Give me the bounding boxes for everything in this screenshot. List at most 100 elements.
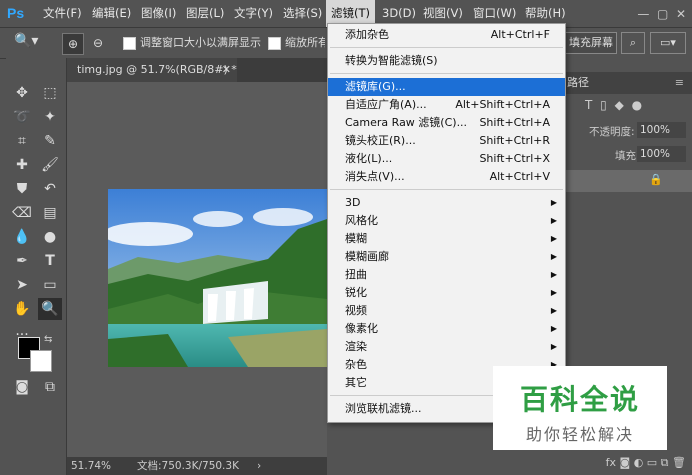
filter-menu-item[interactable]: 锐化 ▶ [328, 284, 565, 302]
submenu-arrow-icon: ▶ [550, 288, 557, 297]
filter-menu-item-label: 渲染 [345, 340, 367, 353]
filter-menu-item[interactable]: 滤镜库(G)... [328, 78, 565, 96]
filter-menu-item[interactable]: 模糊画廊 ▶ [328, 248, 565, 266]
filter-menu-item-label: 转换为智能滤镜(S) [345, 54, 438, 67]
window-controls[interactable]: — ▢ ✕ [600, 4, 686, 24]
rectangle-tool-icon[interactable]: ▭ [38, 274, 62, 296]
filter-menu-item-label: 镜头校正(R)... [345, 134, 416, 147]
filter-menu-item[interactable]: Camera Raw 滤镜(C)... Shift+Ctrl+A [328, 114, 565, 132]
fill-label: 填充: [615, 150, 640, 162]
document-tab[interactable]: timg.jpg @ 51.7%(RGB/8#) * ✕ [67, 58, 237, 82]
filter-menu-item-label: 其它 [345, 376, 367, 389]
filter-menu-item-label: 杂色 [345, 358, 367, 371]
filter-menu-item-label: 像素化 [345, 322, 378, 335]
zoom-level[interactable]: 51.74% [71, 457, 111, 475]
background-color-swatch[interactable] [30, 350, 52, 372]
filter-menu-item[interactable]: 液化(L)... Shift+Ctrl+X [328, 150, 565, 168]
panel-menu-icon[interactable]: ≡ [675, 72, 684, 94]
menu-separator [330, 73, 563, 74]
filter-menu-item[interactable]: 添加杂色 Alt+Ctrl+F [328, 26, 565, 44]
filter-menu-item[interactable]: 消失点(V)... Alt+Ctrl+V [328, 168, 565, 186]
gradient-tool-icon[interactable]: ▤ [38, 202, 62, 224]
hand-tool-icon[interactable]: ✋ [10, 298, 34, 320]
layer-actions[interactable]: fx ◙ ◐ ▭ ⧉ 🗑 [565, 450, 692, 475]
crop-tool-icon[interactable]: ⌗ [10, 130, 34, 152]
pen-tool-icon[interactable]: ✒ [10, 250, 34, 272]
zoom-out-icon[interactable]: ⊖ [88, 33, 108, 53]
filter-menu-item-label: Camera Raw 滤镜(C)... [345, 116, 468, 129]
filter-menu-item-label: 扭曲 [345, 268, 367, 281]
zoom-all-checkbox[interactable] [268, 37, 281, 50]
layer-filter-icons[interactable]: T ▯ ◆ ● [585, 98, 644, 112]
background-layer-row[interactable]: 🔒 [565, 170, 692, 192]
opacity-label: 不透明度: [589, 126, 635, 138]
marquee-tool-icon[interactable]: ⬚ [38, 82, 62, 104]
filter-menu-item-shortcut: Shift+Ctrl+A [479, 116, 550, 129]
menu-image[interactable]: 图像(I) [141, 0, 176, 27]
filter-menu-item[interactable]: 模糊 ▶ [328, 230, 565, 248]
submenu-arrow-icon: ▶ [550, 306, 557, 315]
quick-mask-icon[interactable]: ◙ [10, 376, 34, 398]
swap-colors-icon[interactable]: ⇆ [44, 334, 52, 345]
filter-menu-item[interactable]: 转换为智能滤镜(S) [328, 52, 565, 70]
filter-menu-item-label: 模糊画廊 [345, 250, 389, 263]
menu-file[interactable]: 文件(F) [43, 0, 82, 27]
opacity-field[interactable]: 100% [637, 122, 686, 138]
move-tool-icon[interactable]: ✥ [10, 82, 34, 104]
menu-type[interactable]: 文字(Y) [234, 0, 273, 27]
eraser-tool-icon[interactable]: ⌫ [10, 202, 34, 224]
zoom-tool-icon[interactable]: 🔍 [38, 298, 62, 320]
close-tab-icon[interactable]: ✕ [222, 58, 231, 82]
zoom-tool-preset-icon[interactable]: 🔍▾ [14, 33, 44, 53]
submenu-arrow-icon: ▶ [550, 342, 557, 351]
lasso-tool-icon[interactable]: ➰ [10, 106, 34, 128]
document-tab-title: timg.jpg @ 51.7%(RGB/8#) * [77, 63, 237, 76]
watermark-box: 百科全说 助你轻松解决 [493, 366, 667, 450]
magic-wand-icon[interactable]: ✦ [38, 106, 62, 128]
submenu-arrow-icon: ▶ [550, 234, 557, 243]
filter-menu-item[interactable]: 自适应广角(A)... Alt+Shift+Ctrl+A [328, 96, 565, 114]
healing-brush-icon[interactable]: ✚ [10, 154, 34, 176]
resize-window-label: 调整窗口大小以满屏显示 [140, 36, 261, 49]
history-brush-icon[interactable]: ↶ [38, 178, 62, 200]
filter-menu-item[interactable]: 扭曲 ▶ [328, 266, 565, 284]
zoom-in-icon[interactable]: ⊕ [62, 33, 84, 55]
filter-menu-item[interactable]: 像素化 ▶ [328, 320, 565, 338]
document-size: 文档:750.3K/750.3K [137, 460, 239, 472]
filter-menu-item[interactable]: 镜头校正(R)... Shift+Ctrl+R [328, 132, 565, 150]
search-icon[interactable]: ⌕ [621, 32, 645, 54]
eyedropper-icon[interactable]: ✎ [38, 130, 62, 152]
menu-edit[interactable]: 编辑(E) [92, 0, 131, 27]
filter-menu-item[interactable]: 视频 ▶ [328, 302, 565, 320]
fill-field[interactable]: 100% [637, 146, 686, 162]
submenu-arrow-icon: ▶ [550, 216, 557, 225]
filter-menu-item-shortcut: Shift+Ctrl+X [479, 152, 550, 165]
blur-tool-icon[interactable]: 💧 [10, 226, 34, 248]
clone-stamp-icon[interactable]: ⛊ [10, 178, 34, 200]
menu-layer[interactable]: 图层(L) [186, 0, 224, 27]
resize-window-checkbox[interactable] [123, 37, 136, 50]
menu-select[interactable]: 选择(S) [283, 0, 322, 27]
dodge-tool-icon[interactable]: ● [38, 226, 62, 248]
filter-menu-item[interactable]: 渲染 ▶ [328, 338, 565, 356]
filter-menu-item-label: 自适应广角(A)... [345, 98, 427, 111]
canvas-area[interactable] [67, 82, 327, 457]
filter-menu-item-shortcut: Alt+Shift+Ctrl+A [455, 98, 550, 111]
filter-menu-item-label: 视频 [345, 304, 367, 317]
status-arrow-icon[interactable]: › [257, 457, 261, 475]
type-tool-icon[interactable]: T [38, 250, 62, 272]
workspace-icon[interactable]: ▭▾ [650, 32, 686, 54]
path-selection-icon[interactable]: ➤ [10, 274, 34, 296]
fill-screen-button[interactable]: 填充屏幕 [565, 32, 617, 54]
paths-tab[interactable]: 路径 ≡ [565, 72, 692, 94]
filter-menu-item[interactable]: 风格化 ▶ [328, 212, 565, 230]
photoshop-logo: Ps [7, 5, 25, 21]
watermark-title: 百科全说 [519, 383, 640, 416]
submenu-arrow-icon: ▶ [550, 324, 557, 333]
filter-menu-item-label: 液化(L)... [345, 152, 393, 165]
brush-tool-icon[interactable]: 🖌 [38, 154, 62, 176]
screen-mode-icon[interactable]: ⧉ [38, 376, 62, 398]
filter-menu-item-shortcut: Shift+Ctrl+R [479, 134, 550, 147]
filter-menu-item[interactable]: 3D ▶ [328, 194, 565, 212]
landscape-image [108, 189, 327, 367]
